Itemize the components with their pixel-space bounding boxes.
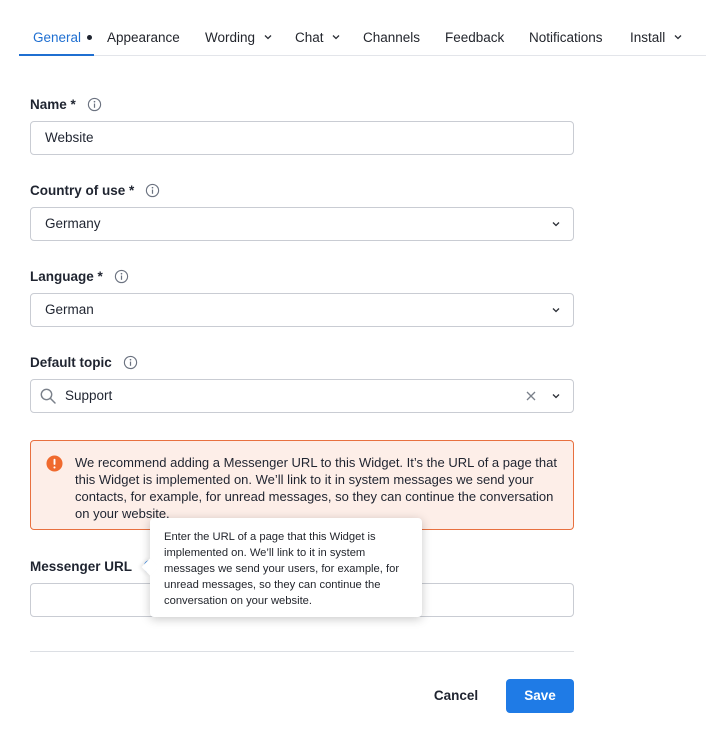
default-topic-select[interactable]: Support — [30, 379, 574, 413]
footer-divider — [30, 651, 574, 652]
default-topic-value: Support — [65, 388, 113, 403]
language-select-value: German — [45, 302, 94, 317]
tab-feedback[interactable]: Feedback — [445, 24, 504, 55]
name-input[interactable]: Website — [30, 121, 574, 155]
tab-wording-label: Wording — [205, 30, 256, 45]
tab-notifications-label: Notifications — [529, 30, 603, 45]
chevron-down-icon — [674, 35, 682, 40]
default-topic-label: Default topic — [30, 355, 138, 371]
info-icon[interactable] — [123, 355, 138, 370]
tab-channels-label: Channels — [363, 30, 421, 45]
settings-tabs: General Appearance Wording Chat Channels… — [19, 24, 706, 56]
clear-icon[interactable] — [525, 390, 537, 402]
language-label-text: Language * — [30, 269, 103, 284]
cancel-button[interactable]: Cancel — [424, 680, 488, 712]
tab-chat[interactable]: Chat — [295, 24, 341, 55]
name-label: Name * — [30, 97, 102, 113]
search-icon — [40, 388, 56, 404]
tab-general-label: General — [33, 30, 82, 45]
info-icon[interactable] — [87, 97, 102, 112]
tab-notifications[interactable]: Notifications — [529, 24, 603, 55]
messenger-url-label-text: Messenger URL — [30, 559, 132, 574]
language-select[interactable]: German — [30, 293, 574, 327]
warning-text: We recommend adding a Messenger URL to t… — [75, 455, 557, 521]
tooltip-text: Enter the URL of a page that this Widget… — [164, 531, 400, 607]
info-icon[interactable] — [145, 183, 160, 198]
tab-appearance[interactable]: Appearance — [107, 24, 180, 55]
unsaved-dot-icon — [87, 34, 93, 40]
chevron-down-icon — [264, 35, 272, 40]
default-topic-label-text: Default topic — [30, 355, 112, 370]
info-icon[interactable] — [114, 269, 129, 284]
messenger-url-label: Messenger URL — [30, 559, 158, 575]
country-select[interactable]: Germany — [30, 207, 574, 241]
chevron-down-icon[interactable] — [551, 305, 561, 315]
tab-appearance-label: Appearance — [107, 30, 180, 45]
tab-install-label: Install — [630, 30, 666, 45]
save-button[interactable]: Save — [506, 679, 574, 713]
language-label: Language * — [30, 269, 129, 285]
messenger-url-warning: We recommend adding a Messenger URL to t… — [30, 440, 574, 530]
chevron-down-icon[interactable] — [551, 219, 561, 229]
chevron-down-icon[interactable] — [551, 391, 561, 401]
tab-channels[interactable]: Channels — [363, 24, 420, 55]
tab-wording[interactable]: Wording — [205, 24, 273, 55]
tab-feedback-label: Feedback — [445, 30, 505, 45]
exclamation-icon — [46, 455, 63, 472]
tab-install[interactable]: Install — [630, 24, 683, 55]
chevron-down-icon — [332, 35, 340, 40]
tab-chat-label: Chat — [295, 30, 324, 45]
country-label: Country of use * — [30, 183, 160, 199]
messenger-url-tooltip: Enter the URL of a page that this Widget… — [141, 518, 422, 617]
country-select-value: Germany — [45, 216, 101, 231]
country-label-text: Country of use * — [30, 183, 135, 198]
name-label-text: Name * — [30, 97, 76, 112]
name-input-value: Website — [45, 130, 94, 145]
tab-general[interactable]: General — [19, 24, 94, 56]
